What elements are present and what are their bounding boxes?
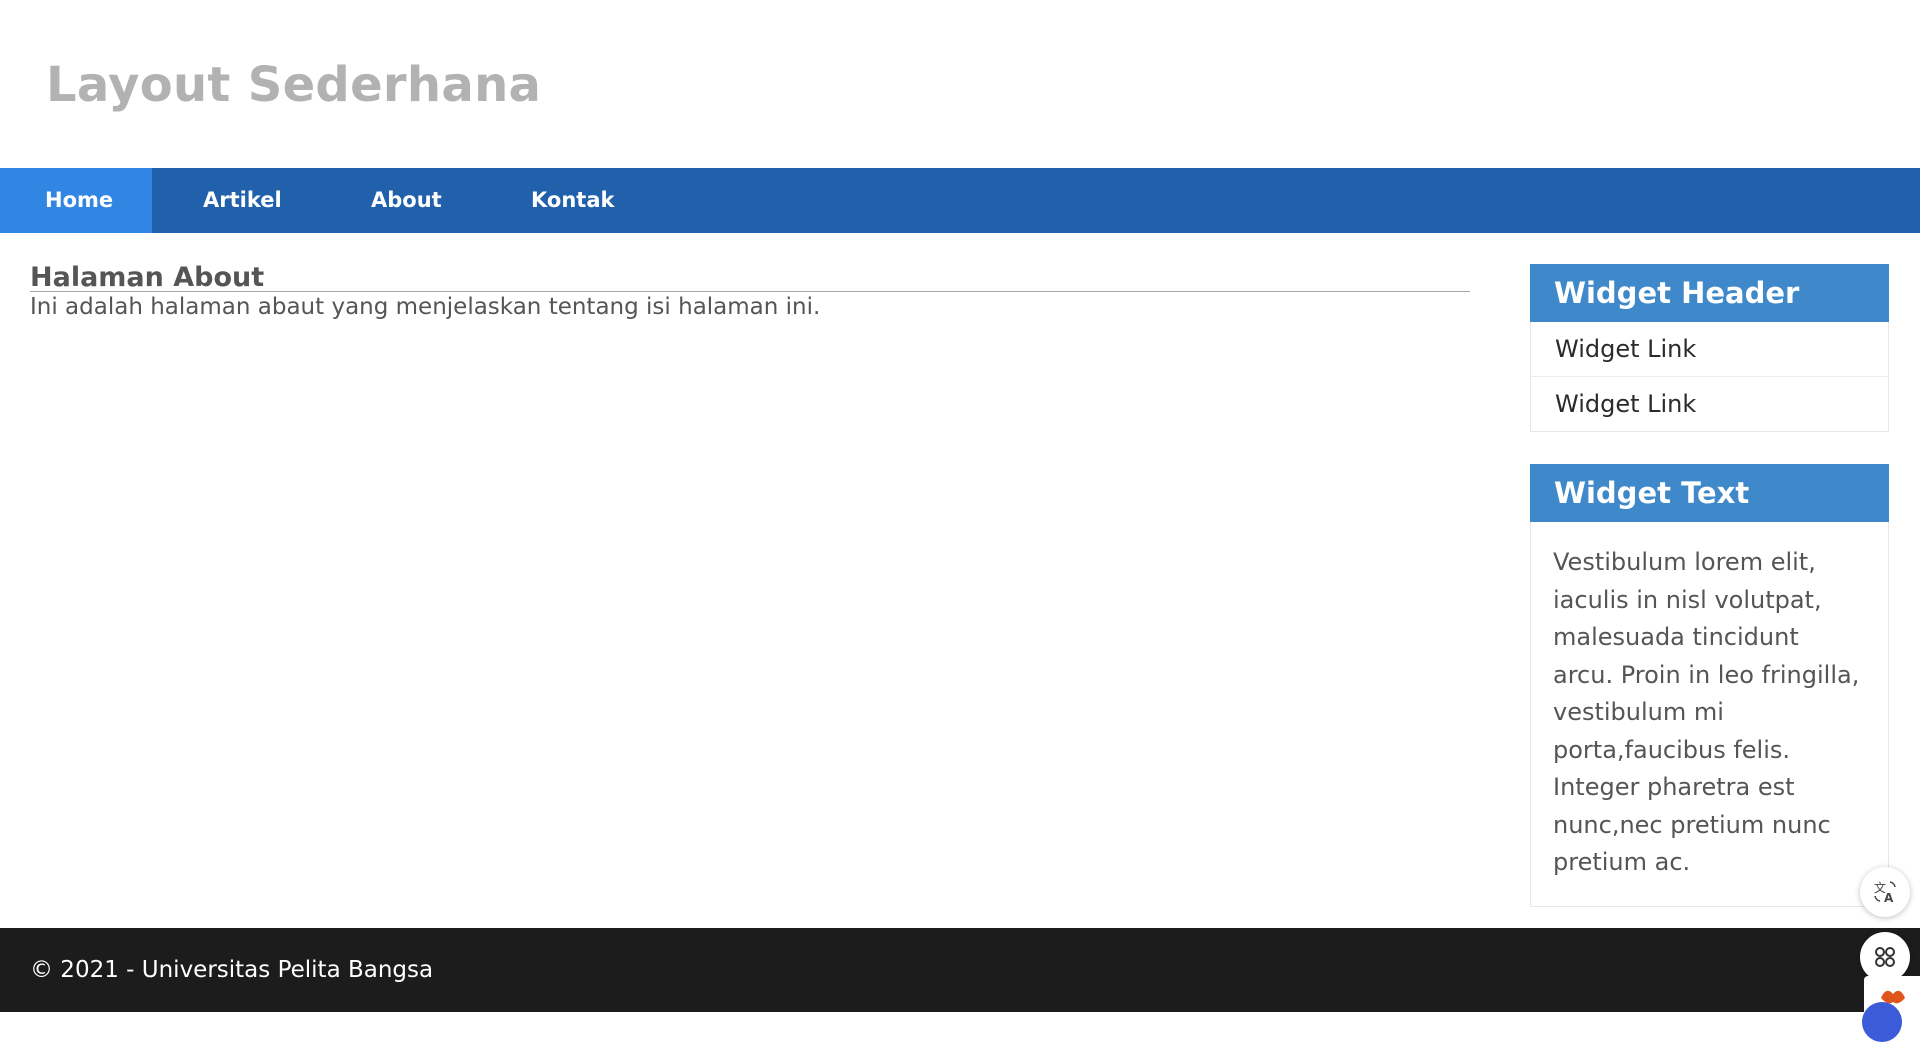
- site-header: Layout Sederhana: [0, 0, 1920, 168]
- nav-item-kontak[interactable]: Kontak: [531, 168, 614, 233]
- main-navbar: Home Artikel About Kontak: [0, 168, 1920, 233]
- command-icon: [1875, 947, 1895, 967]
- nav-item-artikel[interactable]: Artikel: [203, 168, 282, 233]
- main-content: Halaman About Ini adalah halaman abaut y…: [30, 260, 1470, 322]
- nav-item-home[interactable]: Home: [0, 168, 152, 233]
- widget-link[interactable]: Widget Link: [1531, 322, 1888, 377]
- widget-text-title: Widget Text: [1530, 464, 1889, 522]
- translate-icon: 文 A: [1874, 880, 1896, 905]
- apps-button[interactable]: [1860, 932, 1910, 982]
- footer-copyright: © 2021 - Universitas Pelita Bangsa: [30, 957, 434, 983]
- site-footer: © 2021 - Universitas Pelita Bangsa: [0, 928, 1920, 1012]
- widget-links: Widget Header Widget Link Widget Link: [1530, 264, 1889, 432]
- widget-link[interactable]: Widget Link: [1531, 377, 1888, 431]
- widget-text: Widget Text Vestibulum lorem elit, iacul…: [1530, 464, 1889, 907]
- svg-text:A: A: [1884, 891, 1894, 905]
- nav-item-about[interactable]: About: [371, 168, 442, 233]
- assistant-icon[interactable]: [1862, 1002, 1902, 1042]
- widget-header-title: Widget Header: [1530, 264, 1889, 322]
- widget-text-body: Vestibulum lorem elit, iaculis in nisl v…: [1553, 548, 1860, 876]
- page-heading: Halaman About: [30, 260, 1470, 293]
- page-description: Ini adalah halaman abaut yang menjelaska…: [30, 294, 821, 320]
- translate-button[interactable]: 文 A: [1860, 867, 1910, 917]
- site-title: Layout Sederhana: [46, 57, 542, 113]
